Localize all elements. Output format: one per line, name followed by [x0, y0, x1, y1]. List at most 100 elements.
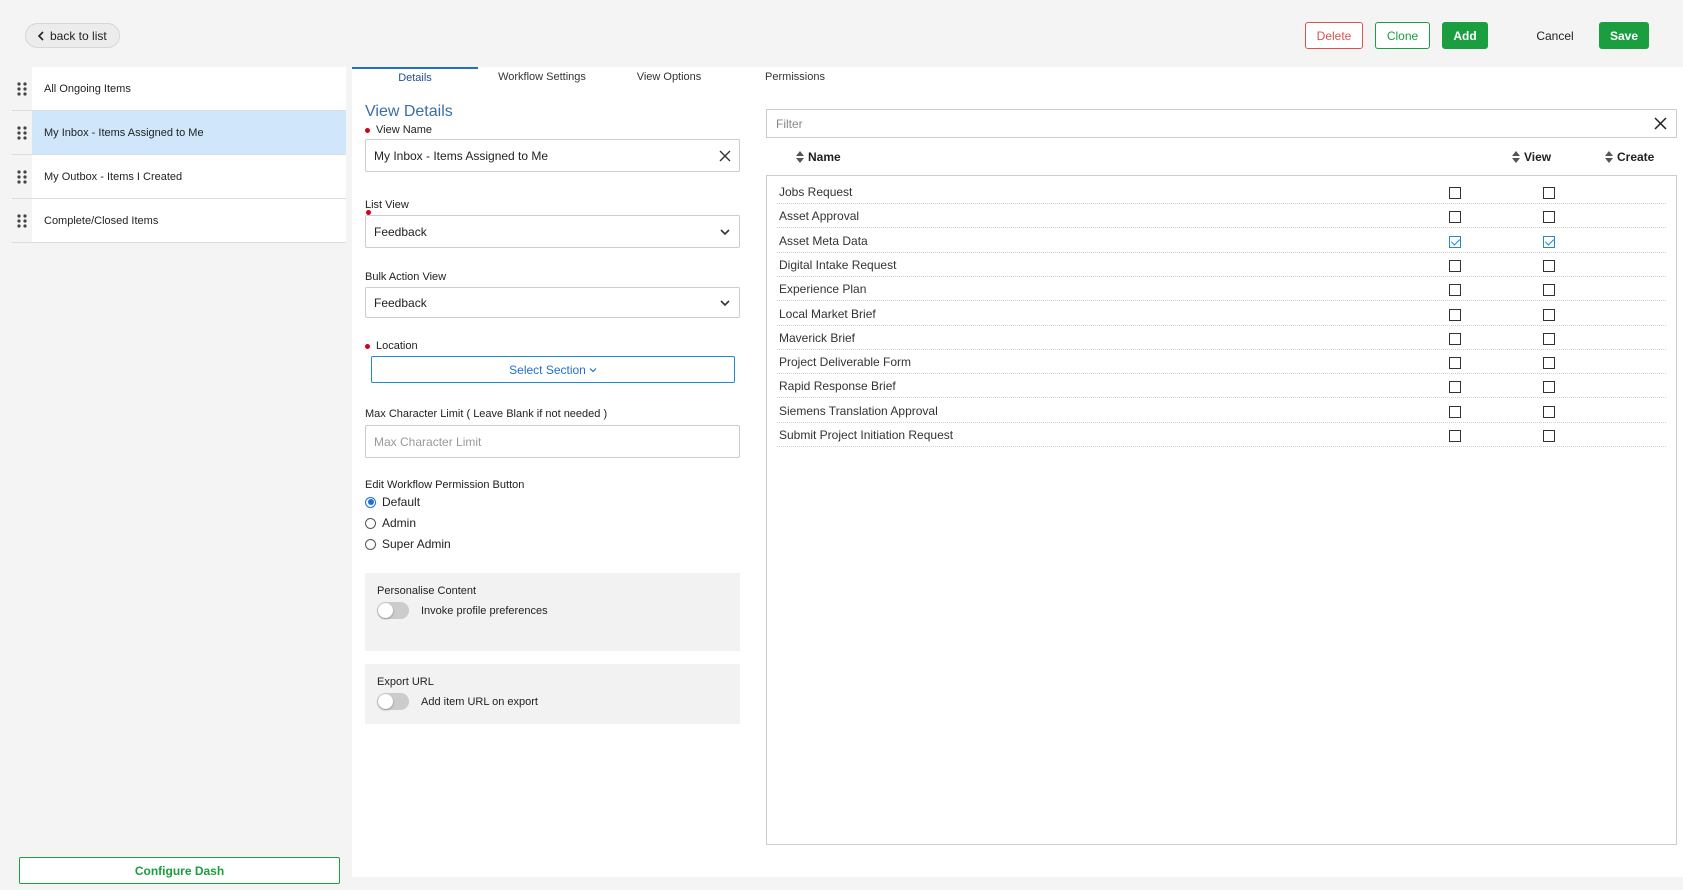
view-checkbox[interactable] [1449, 405, 1461, 418]
create-checkbox[interactable] [1543, 381, 1555, 394]
create-checkbox[interactable] [1543, 284, 1555, 297]
personalise-title: Personalise Content [377, 585, 477, 597]
create-checkbox[interactable] [1543, 405, 1555, 418]
view-checkbox[interactable] [1449, 357, 1461, 370]
table-row: Local Market Brief [777, 303, 1666, 326]
max-char-input[interactable]: Max Character Limit [365, 425, 740, 458]
sidebar-item-label: Complete/Closed Items [32, 199, 346, 242]
view-checkbox[interactable] [1449, 259, 1461, 272]
select-section-button[interactable]: Select Section [371, 356, 735, 383]
save-button[interactable]: Save [1599, 22, 1649, 49]
radio-label: Default [382, 495, 421, 509]
radio-label: Admin [382, 516, 417, 530]
radio-admin[interactable]: Admin [365, 516, 416, 530]
tab-details[interactable]: Details [352, 67, 478, 87]
clear-icon[interactable] [719, 150, 731, 162]
export-toggle[interactable] [377, 693, 409, 710]
drag-handle-icon[interactable] [12, 213, 32, 228]
view-checkbox[interactable] [1449, 308, 1461, 321]
view-list-sidebar: All Ongoing Items My Inbox - Items Assig… [12, 67, 346, 243]
view-checkbox[interactable] [1449, 332, 1461, 345]
tab-permissions[interactable]: Permissions [732, 67, 858, 87]
row-name: Submit Project Initiation Request [779, 428, 954, 442]
row-name: Asset Meta Data [779, 233, 868, 248]
export-url-card: Export URL Add item URL on export [365, 664, 740, 724]
create-checkbox[interactable] [1543, 211, 1555, 224]
filter-placeholder: Filter [776, 116, 803, 131]
permissions-table: Jobs Request Asset Approval Asset Meta Dat… [766, 175, 1677, 845]
tab-bar: Details Workflow Settings View Options P… [352, 67, 832, 87]
sidebar-item-my-inbox[interactable]: My Inbox - Items Assigned to Me [12, 111, 346, 155]
personalise-toggle[interactable] [377, 602, 409, 619]
view-checkbox[interactable] [1449, 381, 1461, 394]
create-column-header[interactable]: Create [1605, 150, 1654, 164]
main-panel: Details Workflow Settings View Options P… [352, 67, 1683, 877]
radio-selected-icon [365, 496, 376, 508]
cancel-button[interactable]: Cancel [1525, 22, 1585, 49]
create-checkbox[interactable] [1543, 187, 1555, 199]
list-view-label: List View [365, 199, 409, 211]
name-column-header[interactable]: Name [796, 150, 841, 164]
view-checkbox[interactable] [1449, 235, 1461, 248]
drag-handle-icon[interactable] [12, 81, 32, 96]
table-row: Project Deliverable Form [777, 351, 1666, 375]
sort-icon [796, 151, 804, 163]
row-name: Digital Intake Request [779, 257, 897, 272]
sidebar-item-complete-closed[interactable]: Complete/Closed Items [12, 199, 346, 243]
bulk-action-select[interactable]: Feedback [365, 287, 740, 318]
close-icon[interactable] [1654, 117, 1667, 130]
section-title: View Details [365, 103, 453, 120]
back-to-list-button[interactable]: back to list [25, 23, 120, 48]
create-checkbox[interactable] [1543, 357, 1555, 370]
table-row: Experience Plan [777, 278, 1666, 302]
chevron-down-icon [720, 299, 730, 306]
sort-icon [1512, 151, 1520, 163]
edit-permission-label: Edit Workflow Permission Button [365, 479, 525, 491]
tab-view-options[interactable]: View Options [606, 67, 732, 87]
required-dot-icon [365, 343, 370, 349]
export-title: Export URL [377, 676, 434, 688]
view-checkbox[interactable] [1449, 284, 1461, 297]
view-name-input[interactable]: My Inbox - Items Assigned to Me [365, 139, 740, 172]
view-checkbox[interactable] [1449, 430, 1461, 442]
max-char-placeholder: Max Character Limit [374, 434, 482, 449]
chevron-left-icon [37, 30, 44, 41]
add-button[interactable]: Add [1442, 22, 1488, 49]
required-dot-icon [365, 127, 370, 133]
view-column-header[interactable]: View [1512, 150, 1551, 164]
create-checkbox[interactable] [1543, 259, 1555, 272]
row-name: Local Market Brief [779, 306, 876, 321]
sidebar-item-label: My Outbox - Items I Created [32, 155, 346, 198]
view-checkbox[interactable] [1449, 187, 1461, 199]
sidebar-item-all-ongoing[interactable]: All Ongoing Items [12, 67, 346, 111]
view-checkbox[interactable] [1449, 211, 1461, 224]
tab-workflow-settings[interactable]: Workflow Settings [478, 67, 606, 87]
top-toolbar: back to list Delete Clone Add Cancel Sav… [0, 0, 1683, 66]
create-checkbox[interactable] [1543, 235, 1555, 248]
table-row: Asset Approval [777, 205, 1666, 229]
list-view-select[interactable]: Feedback [365, 215, 740, 248]
filter-input[interactable]: Filter [766, 109, 1677, 138]
radio-default[interactable]: Default [365, 495, 420, 509]
create-checkbox[interactable] [1543, 308, 1555, 321]
delete-button[interactable]: Delete [1305, 22, 1363, 49]
drag-handle-icon[interactable] [12, 125, 32, 140]
table-row: Siemens Translation Approval [777, 400, 1666, 423]
configure-dash-button[interactable]: Configure Dash [19, 857, 340, 884]
personalise-toggle-label: Invoke profile preferences [421, 604, 548, 617]
radio-super-admin[interactable]: Super Admin [365, 537, 451, 551]
table-row: Rapid Response Brief [777, 375, 1666, 399]
row-name: Rapid Response Brief [779, 379, 896, 394]
row-name: Jobs Request [779, 185, 853, 199]
sidebar-item-my-outbox[interactable]: My Outbox - Items I Created [12, 155, 346, 199]
drag-handle-icon[interactable] [12, 169, 32, 184]
chevron-down-icon [720, 228, 730, 235]
clone-button[interactable]: Clone [1375, 22, 1430, 49]
table-row: Digital Intake Request [777, 254, 1666, 277]
row-name: Asset Approval [779, 209, 860, 224]
select-section-label: Select Section [509, 362, 586, 377]
radio-label: Super Admin [382, 537, 451, 551]
bulk-action-value: Feedback [374, 295, 427, 310]
create-checkbox[interactable] [1543, 430, 1555, 442]
create-checkbox[interactable] [1543, 332, 1555, 345]
